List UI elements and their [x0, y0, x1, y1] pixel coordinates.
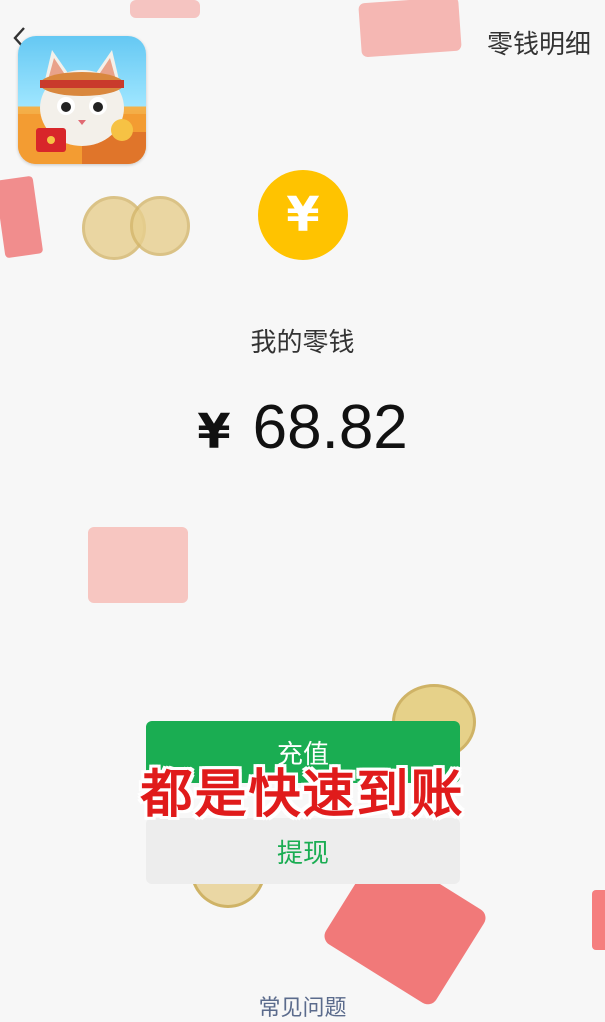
- promo-caption: 都是快速到账: [140, 765, 465, 825]
- currency-symbol: ¥: [197, 404, 231, 460]
- balance-label: 我的零钱: [250, 328, 355, 358]
- gold-coin-icon: [130, 196, 190, 256]
- red-envelope-icon: [358, 0, 462, 58]
- faq-link[interactable]: 常见问题: [0, 990, 605, 1022]
- balance-amount: ¥ 68.82: [0, 392, 605, 463]
- wallet-coin-icon: ¥: [258, 170, 348, 260]
- change-details-link[interactable]: 零钱明细: [487, 24, 591, 61]
- red-envelope-icon: [130, 0, 200, 18]
- red-envelope-icon: [592, 890, 605, 950]
- withdraw-button[interactable]: 提现: [146, 818, 460, 884]
- app-logo-icon: [18, 36, 146, 164]
- red-envelope-icon: [0, 175, 44, 259]
- red-envelope-icon: [88, 527, 188, 603]
- balance-value: 68.82: [252, 393, 408, 462]
